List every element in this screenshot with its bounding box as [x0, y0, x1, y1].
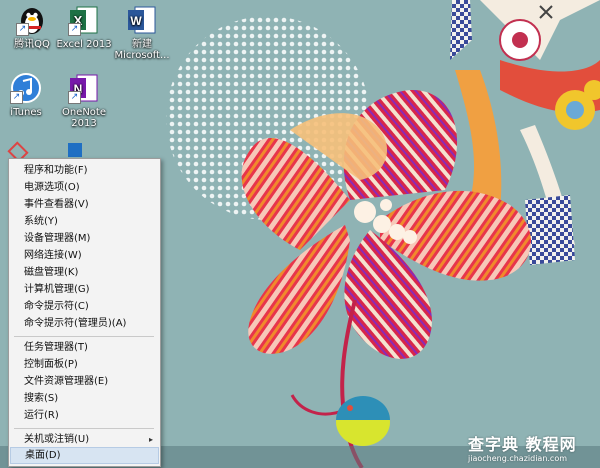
word-document-icon: W [126, 4, 158, 36]
svg-text:W: W [130, 14, 142, 28]
desktop-icon-label: OneNote 2013 [61, 107, 107, 129]
menu-item-desktop[interactable]: 桌面(D) [10, 447, 159, 464]
desktop-icon-itunes[interactable]: ↗ iTunes [0, 72, 58, 118]
shortcut-arrow-icon: ↗ [16, 23, 29, 36]
menu-item-command-prompt[interactable]: 命令提示符(C) [10, 298, 159, 315]
watermark-title: 查字典 教程网 [468, 435, 577, 454]
desktop-icon-label: 腾讯QQ [14, 39, 50, 50]
menu-item-command-prompt-admin[interactable]: 命令提示符(管理员)(A) [10, 315, 159, 332]
menu-item-network-connections[interactable]: 网络连接(W) [10, 247, 159, 264]
menu-item-label: 关机或注销(U) [24, 434, 90, 445]
desktop-icon-label: iTunes [10, 107, 42, 118]
onenote-icon: N ↗ [68, 72, 100, 104]
menu-item-programs-and-features[interactable]: 程序和功能(F) [10, 162, 159, 179]
menu-item-task-manager[interactable]: 任务管理器(T) [10, 339, 159, 356]
desktop[interactable]: ↗ 腾讯QQ X ↗ Excel 2013 W 新建 Microsoft... [0, 0, 600, 468]
menu-item-power-options[interactable]: 电源选项(O) [10, 179, 159, 196]
shortcut-arrow-icon: ↗ [68, 91, 81, 104]
desktop-icon-label: 新建 Microsoft... [114, 39, 170, 61]
shortcut-arrow-icon: ↗ [68, 23, 81, 36]
desktop-icon-label: Excel 2013 [56, 39, 112, 50]
menu-separator [14, 336, 154, 337]
menu-item-system[interactable]: 系统(Y) [10, 213, 159, 230]
submenu-arrow-icon: ▸ [148, 435, 153, 444]
desktop-icon-onenote[interactable]: N ↗ OneNote 2013 [52, 72, 116, 129]
excel-icon: X ↗ [68, 4, 100, 36]
menu-separator [14, 428, 154, 429]
itunes-icon: ↗ [10, 72, 42, 104]
menu-item-device-manager[interactable]: 设备管理器(M) [10, 230, 159, 247]
menu-item-shutdown-or-sign-out[interactable]: 关机或注销(U) ▸ [10, 431, 159, 448]
menu-item-run[interactable]: 运行(R) [10, 407, 159, 424]
partial-desktop-icon [68, 143, 82, 157]
menu-item-computer-management[interactable]: 计算机管理(G) [10, 281, 159, 298]
menu-item-control-panel[interactable]: 控制面板(P) [10, 356, 159, 373]
menu-item-event-viewer[interactable]: 事件查看器(V) [10, 196, 159, 213]
qq-penguin-icon: ↗ [16, 4, 48, 36]
winx-context-menu: 程序和功能(F) 电源选项(O) 事件查看器(V) 系统(Y) 设备管理器(M)… [8, 158, 161, 467]
watermark-url: jiaocheng.chazidian.com [468, 454, 568, 463]
menu-item-search[interactable]: 搜索(S) [10, 390, 159, 407]
menu-item-file-explorer[interactable]: 文件资源管理器(E) [10, 373, 159, 390]
menu-item-disk-management[interactable]: 磁盘管理(K) [10, 264, 159, 281]
site-watermark: 查字典 教程网 jiaocheng.chazidian.com [468, 436, 596, 466]
shortcut-arrow-icon: ↗ [10, 91, 23, 104]
desktop-icon-excel[interactable]: X ↗ Excel 2013 [52, 4, 116, 50]
desktop-icon-new-word-document[interactable]: W 新建 Microsoft... [110, 4, 174, 61]
